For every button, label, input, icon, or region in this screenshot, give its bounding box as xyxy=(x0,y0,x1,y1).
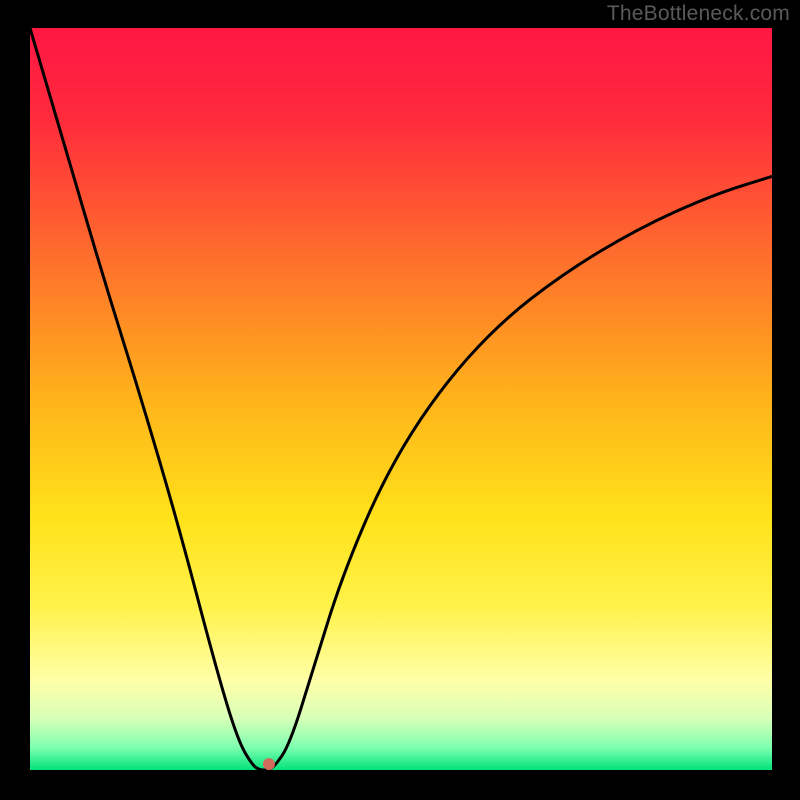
chart-frame: TheBottleneck.com xyxy=(0,0,800,800)
plot-svg xyxy=(30,28,772,770)
optimal-point-marker xyxy=(263,758,275,770)
watermark-text: TheBottleneck.com xyxy=(607,2,790,26)
plot-area xyxy=(30,28,772,770)
